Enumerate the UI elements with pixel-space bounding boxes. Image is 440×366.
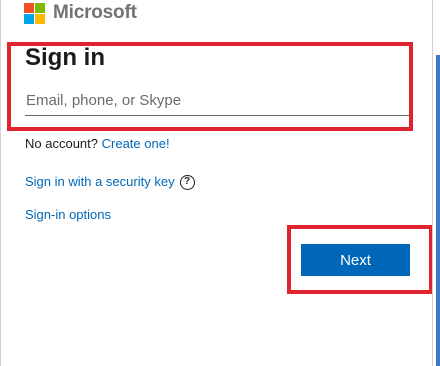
no-account-label: No account? — [25, 136, 98, 151]
brand-name: Microsoft — [53, 2, 137, 23]
logo-blue-square — [24, 13, 34, 24]
help-icon[interactable]: ? — [179, 174, 195, 190]
signin-options-row: Sign-in options — [25, 207, 111, 223]
logo-yellow-square — [35, 13, 45, 24]
signin-options-link[interactable]: Sign-in options — [25, 207, 111, 222]
sign-in-page: Microsoft Sign in No account? Create one… — [0, 0, 440, 366]
logo-green-square — [35, 2, 45, 13]
signin-highlight-box — [7, 42, 413, 131]
microsoft-logo: Microsoft — [24, 2, 137, 24]
window-left-border — [0, 0, 1, 366]
security-key-link[interactable]: Sign in with a security key — [25, 173, 175, 191]
security-key-row: Sign in with a security key ? — [25, 173, 195, 191]
background-window-strip — [436, 55, 440, 366]
next-highlight-box — [287, 225, 433, 294]
microsoft-squares-icon — [24, 2, 45, 24]
create-account-link[interactable]: Create one! — [102, 136, 170, 151]
logo-red-square — [24, 2, 34, 13]
window-right-edge — [432, 0, 440, 366]
no-account-row: No account? Create one! — [25, 136, 170, 152]
